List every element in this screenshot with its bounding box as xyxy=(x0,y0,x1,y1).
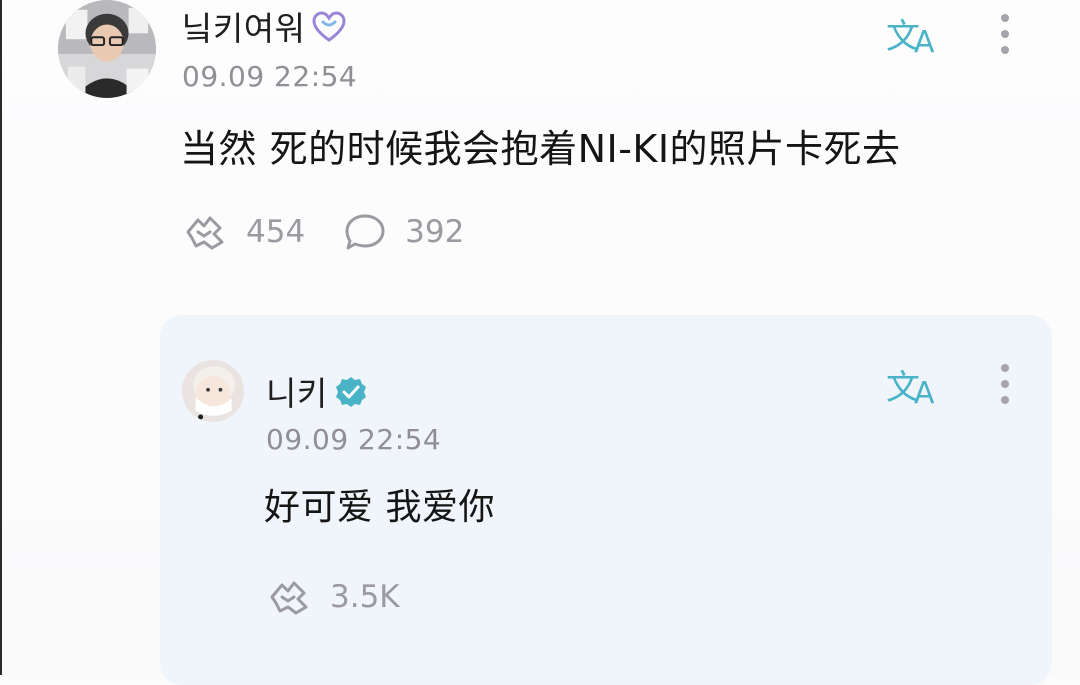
reply-action-bar: 3.5K xyxy=(266,577,438,617)
screen: 닠키여워 09.09 22:54 当然 死的时候我会抱着NI-KI的照片卡死去 … xyxy=(0,0,1080,685)
translate-icon: 文 A xyxy=(886,17,935,60)
like-hands-icon xyxy=(270,581,308,615)
username-text: 니키 xyxy=(266,374,328,413)
translate-button[interactable]: 文 A xyxy=(884,12,944,60)
like-hands-icon xyxy=(186,216,224,250)
comment-count: 392 xyxy=(405,214,465,250)
more-vertical-icon xyxy=(1001,364,1009,404)
reply-like-count: 3.5K xyxy=(330,579,400,615)
reply-translate-button[interactable]: 文 A xyxy=(884,363,944,411)
svg-text:A: A xyxy=(914,376,935,407)
svg-text:A: A xyxy=(914,25,935,56)
reply-card: 니키 09.09 22:54 好可爱 我爱你 3.5K 文 A xyxy=(160,315,1052,685)
heart-outline-icon xyxy=(311,10,347,51)
comment-bubble-icon xyxy=(345,214,385,250)
comment-post: 닠키여워 09.09 22:54 当然 死的时候我会抱着NI-KI的照片卡死去 … xyxy=(2,0,1080,300)
reply-text: 好可爱 我爱你 xyxy=(264,487,495,528)
more-vertical-icon xyxy=(1001,14,1009,54)
verified-badge-icon xyxy=(334,375,368,417)
like-button[interactable]: 454 xyxy=(182,212,305,252)
username-text: 닠키여워 xyxy=(182,9,306,48)
like-count: 454 xyxy=(246,214,306,250)
reply-timestamp: 09.09 22:54 xyxy=(266,423,442,456)
timestamp: 09.09 22:54 xyxy=(182,60,358,93)
action-bar: 454 392 xyxy=(182,212,502,252)
comment-button[interactable]: 392 xyxy=(343,212,464,252)
username[interactable]: 닠키여워 xyxy=(182,2,347,51)
avatar-image xyxy=(182,360,244,422)
translate-icon: 文 A xyxy=(886,368,935,411)
reply-more-options-button[interactable] xyxy=(995,360,1015,410)
reply-avatar[interactable] xyxy=(182,360,244,422)
reply-like-button[interactable]: 3.5K xyxy=(266,577,400,617)
user-avatar[interactable] xyxy=(58,0,156,98)
comment-text: 当然 死的时候我会抱着NI-KI的照片卡死去 xyxy=(180,127,901,171)
reply-username[interactable]: 니키 xyxy=(266,367,368,417)
more-options-button[interactable] xyxy=(995,10,1015,60)
avatar-image xyxy=(58,0,156,98)
